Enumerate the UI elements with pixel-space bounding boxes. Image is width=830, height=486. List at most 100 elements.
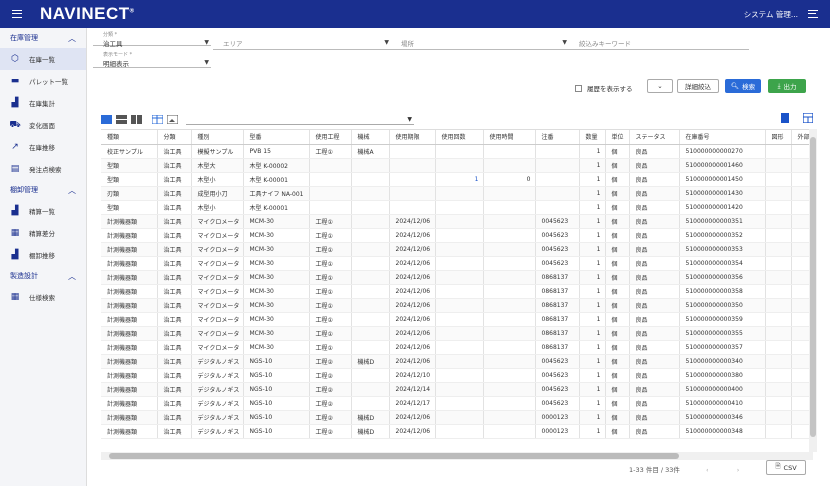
table-view-icon[interactable] <box>152 114 163 124</box>
table-cell <box>351 242 390 257</box>
column-header[interactable]: 図形 <box>765 130 792 145</box>
sidebar-item[interactable]: ▬ パレット一覧 <box>0 70 86 92</box>
location-select[interactable]: 場所 ▼ <box>391 32 569 50</box>
table-row[interactable]: 計測機器類 治工具 マイクロメータ MCM-30 工程① 2024/12/06 086813… <box>101 312 812 327</box>
search-button[interactable]: 🔍︎ 検索 <box>725 79 761 93</box>
sidebar-item[interactable]: ⛟ 変化画面 <box>0 114 86 136</box>
sidebar-section[interactable]: 製造設計 ︿ <box>0 266 86 286</box>
table-cell <box>765 270 792 285</box>
sidebar-item[interactable]: ▟ 精算一覧 <box>0 200 86 222</box>
table-row[interactable]: 計測機器類 治工具 デジタルノギス NGS-10 工程② 機械D 2024/12/06 004… <box>101 354 812 369</box>
view-rows-icon[interactable] <box>116 114 127 124</box>
column-header[interactable]: 種類 <box>101 130 158 145</box>
bookmark-icon[interactable] <box>781 113 789 123</box>
sidebar-item[interactable]: ▦ 精算差分 <box>0 222 86 244</box>
output-button[interactable]: ⤓ 出力 <box>768 79 806 93</box>
view-columns-icon[interactable] <box>131 114 142 124</box>
table-cell: 個 <box>605 368 630 383</box>
detail-filter-button[interactable]: 詳細絞込 <box>677 79 719 93</box>
column-header[interactable]: 機械 <box>351 130 390 145</box>
table-row[interactable]: 計測機器類 治工具 マイクロメータ MCM-30 工程① 2024/12/06 004562… <box>101 242 812 257</box>
column-header[interactable]: 使用回数 <box>435 130 484 145</box>
column-header[interactable]: 数量 <box>579 130 606 145</box>
table-cell <box>791 326 812 341</box>
table-row[interactable]: 計測機器類 治工具 マイクロメータ MCM-30 工程① 2024/12/06 086813… <box>101 298 812 313</box>
show-history-checkbox[interactable]: 履歴を表示する <box>575 83 633 93</box>
column-header[interactable]: 使用期限 <box>389 130 436 145</box>
table-row[interactable]: 計測機器類 治工具 デジタルノギス NGS-10 工程② 2024/12/17 004562… <box>101 396 812 411</box>
sidebar-item[interactable]: ⬡ 在庫一覧 <box>0 48 86 70</box>
sidebar-section[interactable]: 棚卸管理 ︿ <box>0 180 86 200</box>
collapse-menu-icon[interactable] <box>808 10 818 18</box>
display-mode-select[interactable]: 表示モード * 明細表示 ▼ <box>93 52 211 68</box>
layout-select[interactable]: ▼ <box>186 113 414 125</box>
table-cell <box>765 326 792 341</box>
vertical-scrollbar[interactable] <box>809 129 817 452</box>
table-row[interactable]: 計測機器類 治工具 デジタルノギス NGS-10 工程② 2024/12/14 004562… <box>101 382 812 397</box>
table-cell <box>765 340 792 355</box>
expand-filter-button[interactable]: ⌄ <box>647 79 673 93</box>
table-row[interactable]: 計測機器類 治工具 デジタルノギス NGS-10 工程② 機械D 2024/12/06 000… <box>101 410 812 425</box>
table-cell <box>309 200 352 215</box>
table-row[interactable]: 刃類 治工具 成型用小刀 工具ナイフ NA-001 1 個良品 51000000000143… <box>101 186 812 201</box>
column-header[interactable]: 種別 <box>191 130 244 145</box>
sidebar-item[interactable]: ▦ 仕様検索 <box>0 286 86 308</box>
table-cell: デジタルノギス <box>191 396 244 411</box>
column-header[interactable]: 使用工程 <box>309 130 352 145</box>
view-grid-icon[interactable] <box>101 114 112 124</box>
sidebar-section[interactable]: 在庫管理 ︿ <box>0 28 86 48</box>
table-row[interactable]: 計測機器類 治工具 マイクロメータ MCM-30 工程① 2024/12/06 086813… <box>101 284 812 299</box>
table-cell <box>351 158 390 173</box>
table-row[interactable]: 計測機器類 治工具 デジタルノギス NGS-10 工程② 2024/12/10 004562… <box>101 368 812 383</box>
table-cell: 工程① <box>309 312 352 327</box>
image-view-icon[interactable] <box>167 114 178 124</box>
table-row[interactable]: 計測機器類 治工具 マイクロメータ MCM-30 工程① 2024/12/06 086813… <box>101 340 812 355</box>
table-row[interactable]: 計測機器類 治工具 マイクロメータ MCM-30 工程① 2024/12/06 004562… <box>101 214 812 229</box>
csv-button[interactable]: 🗎 CSV <box>766 460 806 475</box>
table-row[interactable]: 計測機器類 治工具 マイクロメータ MCM-30 工程① 2024/12/06 004562… <box>101 228 812 243</box>
table-cell: 治工具 <box>157 228 192 243</box>
vertical-scroll-thumb[interactable] <box>810 137 816 437</box>
sidebar-item[interactable]: ↗ 在庫推移 <box>0 136 86 158</box>
category-select[interactable]: 分類 * 治工具 ▼ <box>93 32 211 48</box>
table-row[interactable]: 型類 治工具 木型小 木型 K-00001 1 0 1 個良品 510000000001450 <box>101 172 812 187</box>
hamburger-menu-icon[interactable] <box>12 10 22 18</box>
keyword-placeholder: 絞込みキーワード <box>579 40 631 48</box>
horizontal-scroll-thumb[interactable] <box>109 453 679 459</box>
table-row[interactable]: 校正サンプル 治工具 模擬サンプル PVB 15 工程① 機械A 1 個良品 510000000… <box>101 144 812 159</box>
area-select[interactable]: エリア ▼ <box>213 32 391 50</box>
column-settings-icon[interactable] <box>803 113 813 123</box>
sidebar-item-label: パレット一覧 <box>29 78 68 86</box>
column-header[interactable]: ステータス <box>629 130 680 145</box>
search-icon: 🔍︎ <box>730 82 740 90</box>
table-row[interactable]: 型類 治工具 木型大 木型 K-00002 1 個良品 510000000001460 <box>101 158 812 173</box>
checkbox-box[interactable] <box>575 84 582 92</box>
sidebar-item[interactable]: ▟ 棚卸推移 <box>0 244 86 266</box>
sidebar-item[interactable]: ▤ 発注点検索 <box>0 158 86 180</box>
column-header[interactable]: 型番 <box>243 130 310 145</box>
column-header[interactable]: 外部 <box>791 130 812 145</box>
table-cell: 計測機器類 <box>101 340 158 355</box>
sidebar-item[interactable]: ▟ 在庫集計 <box>0 92 86 114</box>
table-cell: 個 <box>605 424 630 439</box>
table-row[interactable]: 計測機器類 治工具 マイクロメータ MCM-30 工程① 2024/12/06 086813… <box>101 326 812 341</box>
table-cell: 510000000001420 <box>679 200 766 215</box>
sidebar-item-label: 変化画面 <box>29 122 55 130</box>
keyword-input[interactable]: 絞込みキーワード <box>569 32 749 50</box>
column-header[interactable]: 分類 <box>157 130 192 145</box>
system-menu[interactable]: システム 管理... <box>744 9 798 20</box>
column-header[interactable]: 注番 <box>535 130 580 145</box>
column-header[interactable]: 単位 <box>605 130 630 145</box>
next-page-icon[interactable]: › <box>737 466 740 474</box>
table-cell <box>435 424 484 439</box>
table-cell <box>435 382 484 397</box>
table-row[interactable]: 型類 治工具 木型小 木型 K-00001 1 個良品 510000000001420 <box>101 200 812 215</box>
table-cell: 計測機器類 <box>101 284 158 299</box>
column-header[interactable]: 在庫番号 <box>679 130 766 145</box>
table-row[interactable]: 計測機器類 治工具 マイクロメータ MCM-30 工程① 2024/12/06 004562… <box>101 256 812 271</box>
prev-page-icon[interactable]: ‹ <box>706 466 709 474</box>
horizontal-scrollbar[interactable] <box>101 452 813 460</box>
table-row[interactable]: 計測機器類 治工具 マイクロメータ MCM-30 工程① 2024/12/06 086813… <box>101 270 812 285</box>
column-header[interactable]: 使用時間 <box>483 130 536 145</box>
table-row[interactable]: 計測機器類 治工具 デジタルノギス NGS-10 工程② 機械D 2024/12/06 000… <box>101 424 812 439</box>
